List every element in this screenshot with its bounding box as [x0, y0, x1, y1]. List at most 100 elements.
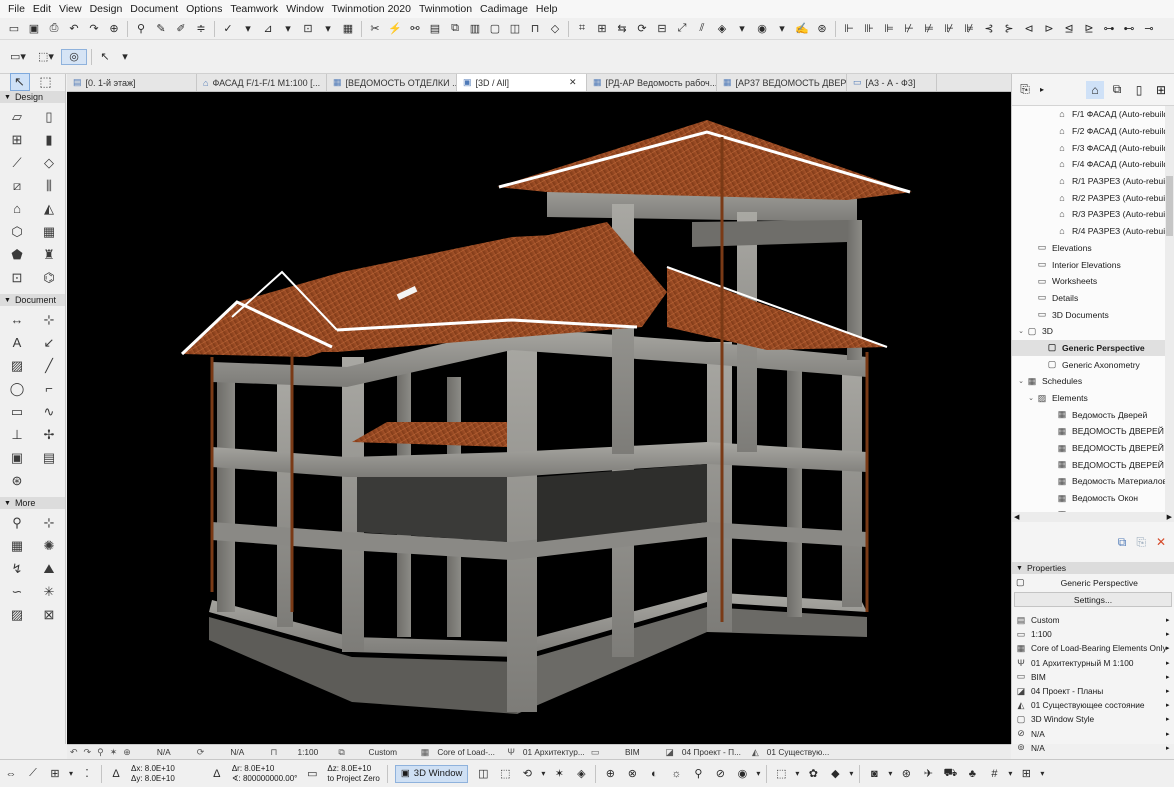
camera-icon[interactable]: ◙ [864, 765, 884, 783]
explore-icon[interactable]: ◈ [571, 765, 591, 783]
fill-icon[interactable]: ◈ [713, 21, 731, 37]
save-icon[interactable]: ▣ [25, 21, 43, 37]
parallel-projection-icon[interactable]: ◫ [473, 765, 493, 783]
tracker-icon[interactable]: ⟋ [23, 765, 43, 783]
section-icon[interactable]: ⊩ [840, 21, 858, 37]
skylight-tool-icon[interactable]: ⬡ [7, 223, 27, 241]
ungroup-icon[interactable]: ◫ [506, 21, 524, 37]
layer-combo-icon[interactable]: ⧉ [338, 747, 344, 758]
property-row[interactable]: ◪ 04 Проект - Планы ▸ [1012, 684, 1174, 698]
navigator-item[interactable]: ⌂ R/1 РАЗРЕЗ (Auto-rebuild Mod [1012, 173, 1174, 190]
model-view-field[interactable]: BIM [602, 747, 662, 757]
chevron-right-icon[interactable]: ▸ [1166, 630, 1174, 638]
arrow-select-icon[interactable]: ↖ [96, 49, 114, 65]
renovation-icon[interactable]: ◭ [752, 747, 759, 758]
navigator-item[interactable]: ▦ ВЕДОМОСТЬ ОКОН ВТОРО [1012, 507, 1174, 512]
chevron-right-icon[interactable]: ▸ [1038, 81, 1046, 99]
layout-book-icon[interactable]: ▯ [1130, 81, 1148, 99]
navigator-item[interactable]: ⌂ F/3 ФАСАД (Auto-rebuild Mod [1012, 139, 1174, 156]
navigator-item[interactable]: ▦ ВЕДОМОСТЬ ДВЕРЕЙ ТРЕТ [1012, 456, 1174, 473]
3d-viewport[interactable] [67, 92, 1011, 744]
section-tool-icon[interactable]: ▣ [7, 449, 27, 467]
layout-icon[interactable]: ⊮ [940, 21, 958, 37]
chevron-right-icon[interactable]: ▸ [1166, 715, 1174, 723]
navigator-item[interactable]: ▭ 3D Documents [1012, 306, 1174, 323]
navigator-item[interactable]: ⌂ R/4 РАЗРЕЗ (Auto-rebuild Mod [1012, 223, 1174, 240]
render-icon[interactable]: ◆ [825, 765, 845, 783]
tab-view-5[interactable]: ▦[АР37 ВЕДОМОСТЬ ДВЕРЕ... [717, 74, 847, 91]
render-icon[interactable]: ◉ [753, 21, 771, 37]
publisher-icon[interactable]: ⊞ [1152, 81, 1170, 99]
paint-icon[interactable]: ✿ [803, 765, 823, 783]
navigator-item[interactable]: ▭ Interior Elevations [1012, 256, 1174, 273]
chevron-down-icon[interactable]: ⌄ [1026, 394, 1036, 402]
zone-icon[interactable]: ⊳ [1040, 21, 1058, 37]
dropdown-icon[interactable]: ▾ [773, 21, 791, 37]
print-icon[interactable]: ⎙ [45, 21, 63, 37]
door-tool-icon[interactable]: ▯ [39, 108, 59, 126]
menu-item-view[interactable]: View [55, 3, 86, 15]
walk-icon[interactable]: ✶ [110, 747, 118, 758]
chevron-right-icon[interactable]: ▸ [1166, 687, 1174, 695]
chevron-right-icon[interactable]: ▸ [1166, 673, 1174, 681]
dropdown-icon[interactable]: ▾ [116, 49, 134, 65]
magic-wand-icon[interactable]: ⚡ [386, 21, 404, 37]
property-row[interactable]: ⊘ N/A ▸ [1012, 727, 1174, 741]
chevron-right-icon[interactable]: ▸ [1166, 616, 1174, 624]
dropdown-icon[interactable]: ▾ [279, 21, 297, 37]
menu-item-teamwork[interactable]: Teamwork [226, 3, 282, 15]
navigator-item[interactable]: ▭ Elevations [1012, 240, 1174, 257]
elevation-tool-icon[interactable]: ▤ [39, 449, 59, 467]
lamp-tool-icon[interactable]: ⚲ [7, 514, 27, 532]
navigator-item[interactable]: ⌂ F/1 ФАСАД (Auto-rebuild Mod [1012, 106, 1174, 123]
light-tool-icon[interactable]: ✺ [39, 537, 59, 555]
navigator-item[interactable]: ▦ Ведомость Окон [1012, 490, 1174, 507]
grid-snap-icon[interactable]: ⊞ [45, 765, 65, 783]
3d-style-icon[interactable]: ◉ [732, 765, 752, 783]
guide-line-icon[interactable]: ⊿ [259, 21, 277, 37]
3d-window-button[interactable]: ▣ 3D Window [394, 764, 469, 783]
tab-view-0[interactable]: ▤ [0. 1-й этаж] [67, 74, 197, 91]
polygon-marquee-icon[interactable]: ⬚▾ [33, 49, 59, 65]
polyline-tool-icon[interactable]: ⌐ [39, 380, 59, 398]
shape-icon[interactable]: ◇ [546, 21, 564, 37]
wall-tool-icon[interactable]: ▱ [7, 108, 27, 126]
redo-icon[interactable]: ↷ [85, 21, 103, 37]
figure-tool-icon[interactable]: ✢ [39, 426, 59, 444]
snap-point-icon[interactable]: ⁚ [77, 765, 97, 783]
layer-icon[interactable]: ▤ [426, 21, 444, 37]
marquee-icon[interactable]: ▭▾ [5, 49, 31, 65]
navigator-item[interactable]: ⌂ R/2 РАЗРЕЗ (Auto-rebuild Mod [1012, 189, 1174, 206]
marquee-tool-icon[interactable]: ⬚ [36, 73, 56, 91]
property-row[interactable]: ▢ 3D Window Style ▸ [1012, 712, 1174, 726]
distribute-icon[interactable]: ⌗ [573, 21, 591, 37]
navigator-menu-icon[interactable]: ⎘ [1016, 81, 1034, 99]
morph-tool-icon[interactable]: ⬟ [7, 246, 27, 264]
eyedropper-icon[interactable]: ✐ [172, 21, 190, 37]
mep-icon[interactable]: ⊴ [1060, 21, 1078, 37]
navigator-item[interactable]: ⌂ F/4 ФАСАД (Auto-rebuild Mod [1012, 156, 1174, 173]
clone-view-icon[interactable]: ⎘ [1136, 535, 1146, 550]
grid-element-tool-icon[interactable]: ⊠ [39, 606, 59, 624]
navigator-item[interactable]: ▢ Generic Axonometry [1012, 356, 1174, 373]
railing-tool-icon[interactable]: ⫼ [39, 177, 59, 195]
window-tool-icon[interactable]: ▮ [39, 131, 59, 149]
circle-tool-icon[interactable]: ◯ [7, 380, 27, 398]
navigator-item[interactable]: ⌄ ▨ Elements [1012, 390, 1174, 407]
change-tool-icon[interactable]: ↯ [7, 560, 27, 578]
label-tool-icon[interactable]: ↙ [39, 334, 59, 352]
filter-icon[interactable]: ⊘ [710, 765, 730, 783]
grid-icon[interactable]: ⊞ [1016, 765, 1036, 783]
dropdown-icon[interactable]: ▾ [239, 21, 257, 37]
column-tool-icon[interactable]: ⊞ [7, 131, 27, 149]
menu-item-file[interactable]: File [4, 3, 29, 15]
property-row[interactable]: ▭ 1:100 ▸ [1012, 627, 1174, 641]
level-dimension-tool-icon[interactable]: ⊹ [39, 311, 59, 329]
navigator-item[interactable]: ▭ Details [1012, 290, 1174, 307]
snap-icon[interactable]: ✓ [219, 21, 237, 37]
tab-view-4[interactable]: ▦ [РД-АР Ведомость рабоч... [587, 74, 717, 91]
property-row[interactable]: ▭ BIM ▸ [1012, 670, 1174, 684]
zone-tool-icon[interactable]: ⊡ [7, 269, 27, 287]
grid-tool-icon[interactable]: ⊹ [39, 514, 59, 532]
pointer-icon[interactable]: ⇔ [1, 765, 21, 783]
